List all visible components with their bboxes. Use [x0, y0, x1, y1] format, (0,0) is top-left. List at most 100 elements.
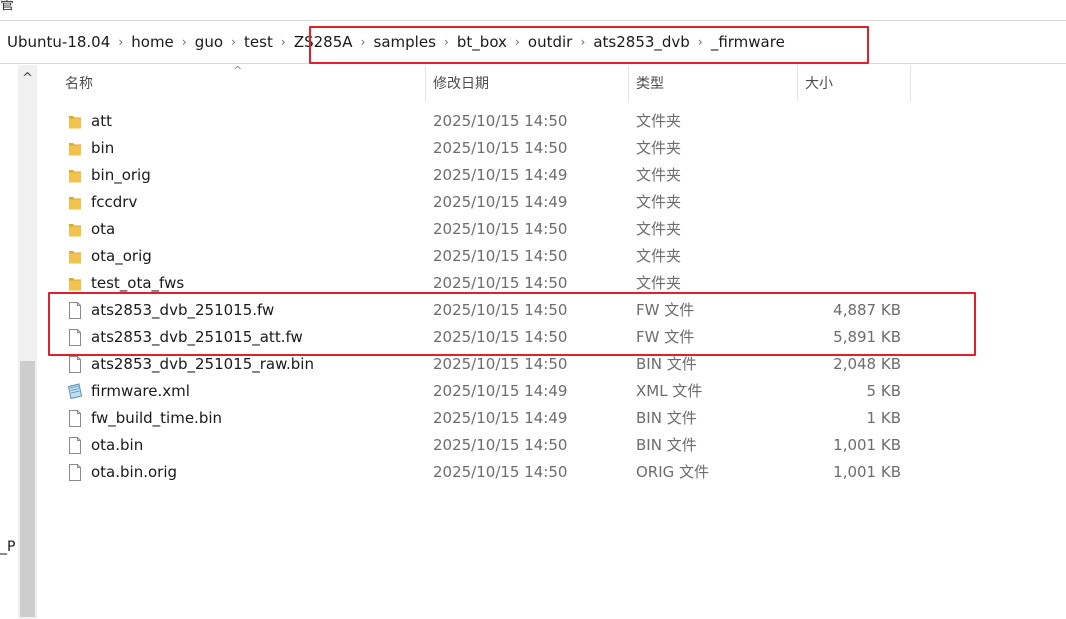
- file-date: 2025/10/15 14:50: [433, 301, 568, 319]
- chevron-right-icon[interactable]: ›: [110, 20, 131, 64]
- column-date[interactable]: 修改日期: [425, 65, 629, 101]
- navigation-pane: _P: [0, 65, 18, 619]
- file-name: bin_orig: [91, 166, 151, 184]
- folder-icon: [67, 113, 83, 130]
- folder-icon: [67, 221, 83, 238]
- breadcrumb-item[interactable]: test: [244, 20, 273, 64]
- file-row[interactable]: ats2853_dvb_251015.fw 2025/10/15 14:50 FW …: [37, 297, 1066, 324]
- nav-partial-label[interactable]: _P: [0, 539, 15, 555]
- chevron-right-icon[interactable]: ›: [572, 20, 593, 64]
- file-row[interactable]: ota_orig 2025/10/15 14:50 文件夹: [37, 243, 1066, 270]
- file-name: att: [91, 112, 112, 130]
- top-partial-glyph: 管: [0, 0, 14, 13]
- file-icon: [67, 329, 83, 346]
- file-row[interactable]: ota.bin.orig 2025/10/15 14:50 ORIG 文件 1,001…: [37, 459, 1066, 486]
- file-type: FW 文件: [636, 328, 695, 346]
- file-type: 文件夹: [636, 274, 682, 292]
- breadcrumb-item[interactable]: bt_box: [457, 20, 507, 64]
- breadcrumb-item[interactable]: guo: [195, 20, 223, 64]
- file-row[interactable]: ats2853_dvb_251015_att.fw 2025/10/15 14:5…: [37, 324, 1066, 351]
- folder-icon: [67, 275, 83, 292]
- file-type: 文件夹: [636, 220, 682, 238]
- breadcrumb-item[interactable]: _firmware: [711, 20, 785, 64]
- breadcrumb-item[interactable]: Ubuntu-18.04: [7, 20, 110, 64]
- file-row[interactable]: ota 2025/10/15 14:50 文件夹: [37, 216, 1066, 243]
- vertical-scrollbar[interactable]: ^: [18, 65, 37, 619]
- file-type: 文件夹: [636, 112, 682, 130]
- file-name: fw_build_time.bin: [91, 409, 223, 427]
- file-date: 2025/10/15 14:50: [433, 355, 568, 373]
- breadcrumb-item[interactable]: samples: [374, 20, 436, 64]
- folder-icon: [67, 140, 83, 157]
- file-name: ats2853_dvb_251015_raw.bin: [91, 355, 314, 373]
- file-type: FW 文件: [636, 301, 695, 319]
- file-date: 2025/10/15 14:50: [433, 220, 568, 238]
- column-header: ^ 名称 修改日期 类型 大小: [37, 65, 1066, 101]
- file-row[interactable]: ota.bin 2025/10/15 14:50 BIN 文件 1,001 KB: [37, 432, 1066, 459]
- file-size: 1 KB: [866, 409, 901, 427]
- scroll-up-arrow-icon[interactable]: ^: [18, 69, 37, 89]
- file-date: 2025/10/15 14:50: [433, 274, 568, 292]
- breadcrumb-item[interactable]: outdir: [528, 20, 572, 64]
- file-type: 文件夹: [636, 193, 682, 211]
- file-name: ats2853_dvb_251015_att.fw: [91, 328, 303, 346]
- top-strip: 管: [0, 0, 1066, 20]
- file-name: ats2853_dvb_251015.fw: [91, 301, 275, 319]
- folder-icon: [67, 248, 83, 265]
- file-icon: [67, 437, 83, 454]
- file-list: att 2025/10/15 14:50 文件夹 bin 2025/10/15 14:5…: [37, 108, 1066, 486]
- file-size: 4,887 KB: [833, 301, 901, 319]
- file-row[interactable]: fw_build_time.bin 2025/10/15 14:49 BIN 文件 1…: [37, 405, 1066, 432]
- file-type: 文件夹: [636, 139, 682, 157]
- chevron-right-icon[interactable]: ›: [174, 20, 195, 64]
- file-row[interactable]: bin_orig 2025/10/15 14:49 文件夹: [37, 162, 1066, 189]
- file-name: bin: [91, 139, 115, 157]
- chevron-right-icon[interactable]: ›: [223, 20, 244, 64]
- chevron-right-icon[interactable]: ›: [353, 20, 374, 64]
- chevron-right-icon[interactable]: ›: [507, 20, 528, 64]
- file-date: 2025/10/15 14:50: [433, 112, 568, 130]
- file-name: ota.bin: [91, 436, 144, 454]
- breadcrumb-item[interactable]: ats2853_dvb: [593, 20, 689, 64]
- file-date: 2025/10/15 14:50: [433, 328, 568, 346]
- column-type[interactable]: 类型: [628, 65, 798, 101]
- file-type: 文件夹: [636, 166, 682, 184]
- file-row[interactable]: test_ota_fws 2025/10/15 14:50 文件夹: [37, 270, 1066, 297]
- file-icon: [67, 464, 83, 481]
- file-row[interactable]: att 2025/10/15 14:50 文件夹: [37, 108, 1066, 135]
- file-date: 2025/10/15 14:49: [433, 193, 568, 211]
- address-bar[interactable]: Ubuntu-18.04 › home › guo › test › ZS285A › sample…: [0, 20, 1066, 64]
- chevron-right-icon[interactable]: ›: [690, 20, 711, 64]
- file-icon: [67, 356, 83, 373]
- file-date: 2025/10/15 14:49: [433, 382, 568, 400]
- xml-file-icon: [67, 383, 83, 400]
- file-explorer-window: 管 Ubuntu-18.04 › home › guo › test › ZS285A › samp…: [0, 0, 1066, 619]
- chevron-right-icon[interactable]: ›: [436, 20, 457, 64]
- column-name[interactable]: 名称: [57, 65, 426, 101]
- file-type: ORIG 文件: [636, 463, 710, 481]
- file-date: 2025/10/15 14:50: [433, 247, 568, 265]
- folder-icon: [67, 194, 83, 211]
- breadcrumb-item[interactable]: ZS285A: [294, 20, 353, 64]
- file-type: BIN 文件: [636, 409, 697, 427]
- column-size[interactable]: 大小: [797, 65, 911, 101]
- file-row[interactable]: ats2853_dvb_251015_raw.bin 2025/10/15 14:…: [37, 351, 1066, 378]
- file-type: BIN 文件: [636, 436, 697, 454]
- file-name: ota: [91, 220, 116, 238]
- chevron-right-icon[interactable]: ›: [273, 20, 294, 64]
- file-size: 1,001 KB: [833, 436, 901, 454]
- file-date: 2025/10/15 14:49: [433, 409, 568, 427]
- file-date: 2025/10/15 14:49: [433, 166, 568, 184]
- breadcrumb-item[interactable]: home: [131, 20, 174, 64]
- file-date: 2025/10/15 14:50: [433, 139, 568, 157]
- file-row[interactable]: firmware.xml 2025/10/15 14:49 XML 文件 5 KB: [37, 378, 1066, 405]
- file-type: BIN 文件: [636, 355, 697, 373]
- scroll-thumb[interactable]: [20, 361, 35, 617]
- file-row[interactable]: fccdrv 2025/10/15 14:49 文件夹: [37, 189, 1066, 216]
- file-name: test_ota_fws: [91, 274, 185, 292]
- file-size: 1,001 KB: [833, 463, 901, 481]
- file-name: ota.bin.orig: [91, 463, 178, 481]
- file-row[interactable]: bin 2025/10/15 14:50 文件夹: [37, 135, 1066, 162]
- file-date: 2025/10/15 14:50: [433, 436, 568, 454]
- file-size: 2,048 KB: [833, 355, 901, 373]
